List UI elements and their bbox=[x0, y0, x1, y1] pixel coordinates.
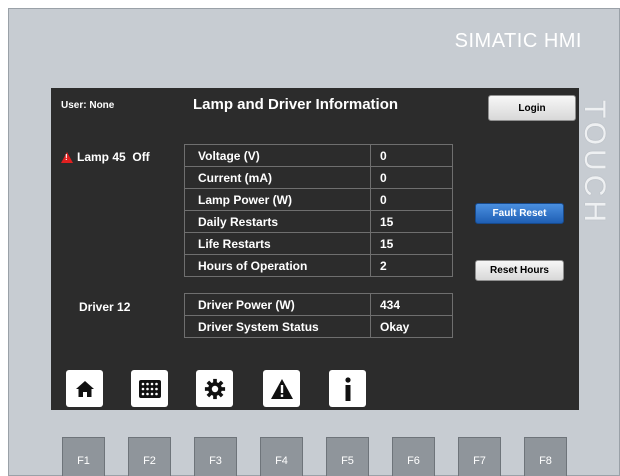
row-value: 434 bbox=[370, 293, 453, 316]
function-key-f8[interactable]: F8 bbox=[524, 437, 567, 476]
table-row: Daily Restarts 15 bbox=[184, 210, 453, 233]
function-key-f1[interactable]: F1 bbox=[62, 437, 105, 476]
row-label: Current (mA) bbox=[184, 166, 371, 189]
table-row: Driver Power (W) 434 bbox=[184, 293, 453, 316]
row-value: 2 bbox=[370, 254, 453, 277]
function-key-f7[interactable]: F7 bbox=[458, 437, 501, 476]
user-status: User: None bbox=[61, 100, 115, 111]
fault-reset-button[interactable]: Fault Reset bbox=[475, 203, 564, 224]
keypad-button[interactable] bbox=[131, 370, 168, 407]
function-key-f5[interactable]: F5 bbox=[326, 437, 369, 476]
row-label: Voltage (V) bbox=[184, 144, 371, 167]
table-row: Life Restarts 15 bbox=[184, 232, 453, 255]
info-icon bbox=[344, 376, 351, 401]
page-title: Lamp and Driver Information bbox=[193, 96, 399, 113]
function-key-f3[interactable]: F3 bbox=[194, 437, 237, 476]
lamp-status: Lamp 45 Off bbox=[61, 150, 150, 164]
table-row: Driver System Status Okay bbox=[184, 315, 453, 338]
row-value: Okay bbox=[370, 315, 453, 338]
hmi-screen: User: None Lamp and Driver Information L… bbox=[51, 88, 579, 410]
row-label: Hours of Operation bbox=[184, 254, 371, 277]
touch-text: TOUCH bbox=[578, 99, 611, 227]
warning-icon bbox=[61, 151, 73, 163]
table-row: Voltage (V) 0 bbox=[184, 144, 453, 167]
settings-icon bbox=[204, 378, 225, 399]
row-label: Lamp Power (W) bbox=[184, 188, 371, 211]
row-label: Daily Restarts bbox=[184, 210, 371, 233]
reset-hours-button[interactable]: Reset Hours bbox=[475, 260, 564, 281]
function-key-f6[interactable]: F6 bbox=[392, 437, 435, 476]
lamp-status-text: Lamp 45 Off bbox=[77, 150, 150, 164]
settings-button[interactable] bbox=[196, 370, 233, 407]
lamp-info-table: Voltage (V) 0 Current (mA) 0 Lamp Power (W… bbox=[184, 144, 453, 277]
info-button[interactable] bbox=[329, 370, 366, 407]
row-label: Life Restarts bbox=[184, 232, 371, 255]
function-key-f4[interactable]: F4 bbox=[260, 437, 303, 476]
touch-label: TOUCH bbox=[578, 93, 611, 233]
home-icon bbox=[75, 380, 94, 397]
table-row: Lamp Power (W) 0 bbox=[184, 188, 453, 211]
alarm-button[interactable] bbox=[263, 370, 300, 407]
row-value: 0 bbox=[370, 188, 453, 211]
home-button[interactable] bbox=[66, 370, 103, 407]
driver-info-table: Driver Power (W) 434 Driver System Status… bbox=[184, 293, 453, 338]
driver-label: Driver 12 bbox=[79, 300, 131, 314]
function-key-f2[interactable]: F2 bbox=[128, 437, 171, 476]
row-value: 15 bbox=[370, 210, 453, 233]
brand-label: SIMATIC HMI bbox=[454, 30, 582, 52]
row-value: 15 bbox=[370, 232, 453, 255]
row-label: Driver System Status bbox=[184, 315, 371, 338]
row-value: 0 bbox=[370, 144, 453, 167]
row-label: Driver Power (W) bbox=[184, 293, 371, 316]
alarm-icon bbox=[270, 378, 293, 399]
login-button[interactable]: Login bbox=[488, 95, 576, 121]
row-value: 0 bbox=[370, 166, 453, 189]
table-row: Current (mA) 0 bbox=[184, 166, 453, 189]
keypad-icon bbox=[138, 379, 161, 398]
table-row: Hours of Operation 2 bbox=[184, 254, 453, 277]
